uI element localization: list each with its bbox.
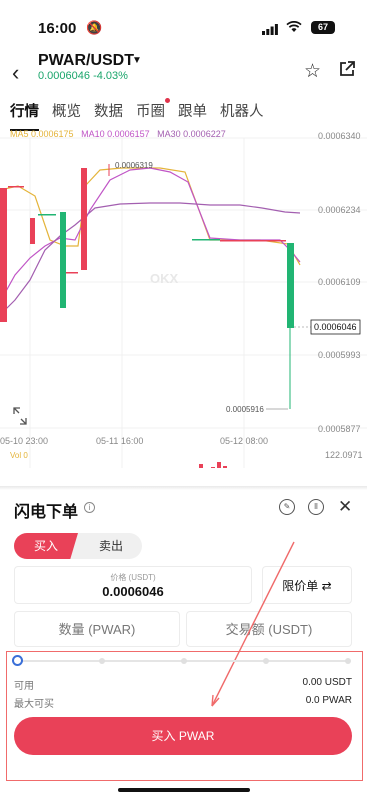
volume-bar xyxy=(223,466,227,468)
status-time: 16:00 xyxy=(38,20,77,37)
y-tick-label: 0.0006340 xyxy=(318,131,361,141)
x-tick-label: 05-11 16:00 xyxy=(96,436,143,446)
candle xyxy=(60,212,66,308)
slider-tick[interactable] xyxy=(345,658,351,664)
bell-muted-icon: 🔕 xyxy=(86,20,103,35)
annotation-arrow xyxy=(211,541,295,707)
volume-bar xyxy=(217,462,221,468)
tab-copy-trade[interactable]: 跟单 xyxy=(178,100,207,126)
tab-bar: 行情 概览 数据 币圈 跟单 机器人 xyxy=(10,98,264,131)
available-value: 0.00 USDT xyxy=(302,677,352,688)
volume-label: Vol 0 xyxy=(10,451,28,460)
pair-title[interactable]: PWAR/USDT xyxy=(38,52,134,70)
y-tick-label: 0.0005877 xyxy=(318,424,361,434)
slider-tick[interactable] xyxy=(181,658,187,664)
slider-handle[interactable] xyxy=(12,655,23,666)
x-tick-label: 05-12 08:00 xyxy=(220,436,268,446)
x-tick-label: 05-10 23:00 xyxy=(0,436,48,446)
ma30-line xyxy=(0,202,301,316)
y-tick-label: 0.0005993 xyxy=(318,350,361,360)
buy-button[interactable]: 买入 PWAR xyxy=(14,717,352,755)
slider-tick[interactable] xyxy=(99,658,105,664)
volume-max-label: 122.0971 xyxy=(325,450,363,460)
chevron-down-icon[interactable]: ▼ xyxy=(132,55,142,66)
sheet-title: 闪电下单 xyxy=(14,504,79,521)
candlestick-chart[interactable]: OKX 0.0006340 0.0006234 0.0006109 0.0005… xyxy=(0,128,367,468)
pause-icon[interactable]: ll xyxy=(308,499,324,515)
candle xyxy=(8,186,24,188)
star-icon[interactable]: ☆ xyxy=(304,60,321,83)
header-price-line: 0.0006046 -4.03% xyxy=(38,70,128,82)
home-indicator xyxy=(118,788,250,792)
volume-bar xyxy=(199,464,203,468)
info-icon[interactable]: i xyxy=(84,502,95,513)
y-tick-label: 0.0006109 xyxy=(318,277,361,287)
expand-icon[interactable] xyxy=(13,407,27,425)
wifi-icon xyxy=(286,20,302,36)
max-buy-label: 最大可买 xyxy=(14,699,54,710)
close-icon[interactable]: ✕ xyxy=(338,497,352,517)
tab-community-label: 币圈 xyxy=(136,104,165,120)
candle xyxy=(192,239,220,241)
slider-tick[interactable] xyxy=(263,658,269,664)
candle xyxy=(81,168,87,270)
status-bar: 16:00 🔕 67 xyxy=(0,0,367,46)
available-label: 可用 xyxy=(14,681,34,692)
candle xyxy=(0,188,7,322)
y-axis: 0.0006340 0.0006234 0.0006109 0.0005993 … xyxy=(318,131,361,434)
volume-bars xyxy=(199,462,227,468)
tab-overview[interactable]: 概览 xyxy=(52,100,81,126)
max-buy-value: 0.0 PWAR xyxy=(305,695,352,706)
header-price: 0.0006046 xyxy=(38,70,90,82)
share-icon[interactable] xyxy=(338,60,356,78)
candle xyxy=(30,218,35,244)
candle xyxy=(220,240,286,242)
candles xyxy=(0,164,294,409)
volume-bar xyxy=(211,467,215,468)
battery-icon: 67 xyxy=(311,21,335,34)
candle xyxy=(38,214,56,216)
y-tick-label: 0.0006234 xyxy=(318,205,361,215)
tab-community[interactable]: 币圈 xyxy=(136,98,170,126)
okx-watermark: OKX xyxy=(150,271,179,286)
high-price-label: 0.0006319 xyxy=(115,161,153,170)
low-price-label: 0.0005916 xyxy=(226,405,264,414)
candle xyxy=(287,243,294,328)
screen: 16:00 🔕 67 ‹ PWAR/USDT ▼ 0.0006046 -4.03… xyxy=(0,0,367,800)
header-change: -4.03% xyxy=(93,70,128,82)
tab-data[interactable]: 数据 xyxy=(94,100,123,126)
signal-icon xyxy=(262,24,278,35)
tab-market[interactable]: 行情 xyxy=(10,100,39,131)
x-axis: 05-10 23:00 05-11 16:00 05-12 08:00 xyxy=(0,436,268,446)
current-price-label: 0.0006046 xyxy=(314,322,357,332)
chart-grid xyxy=(0,137,367,468)
edit-icon[interactable]: ✎ xyxy=(279,499,295,515)
sheet-divider xyxy=(0,486,367,490)
candle xyxy=(66,272,78,274)
notification-dot xyxy=(165,98,170,103)
tab-bots[interactable]: 机器人 xyxy=(220,100,264,126)
back-icon[interactable]: ‹ xyxy=(12,60,19,86)
